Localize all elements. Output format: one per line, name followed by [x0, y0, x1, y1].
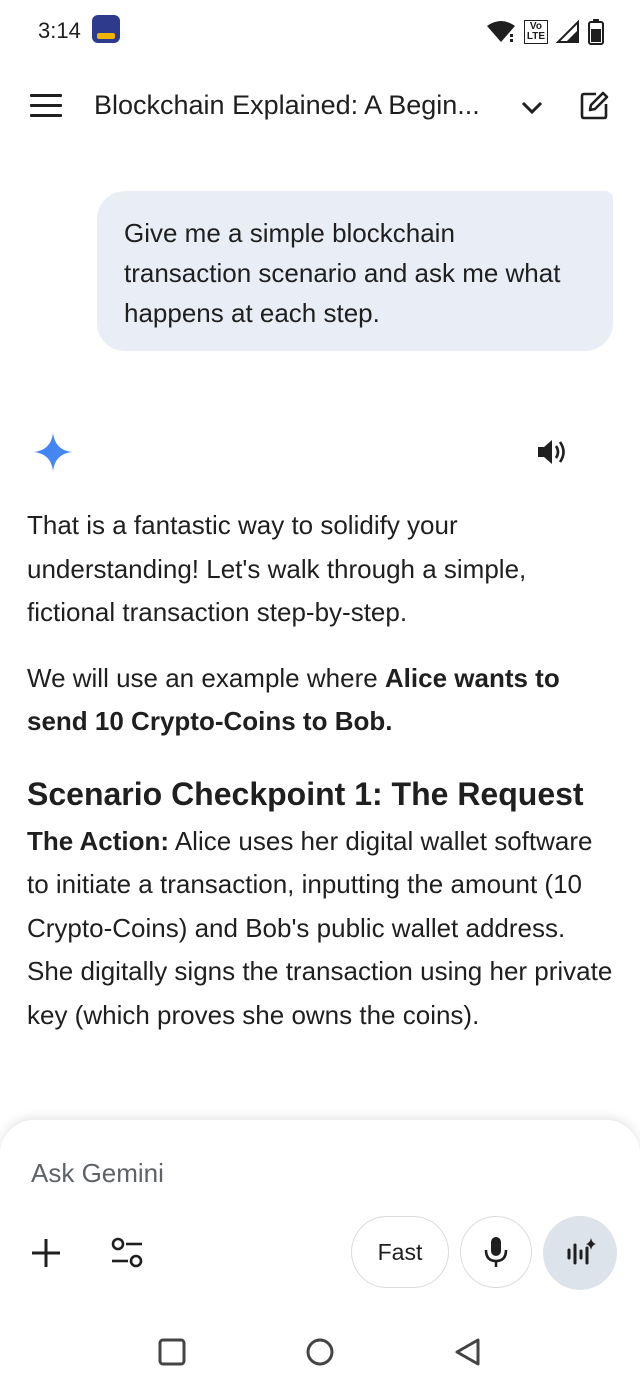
back-icon[interactable] [452, 1336, 484, 1368]
system-icons: Vo LTE [486, 18, 604, 46]
menu-icon[interactable] [30, 94, 62, 120]
status-time: 3:14 [38, 18, 81, 43]
plus-icon[interactable] [28, 1235, 64, 1271]
top-app-bar: Blockchain Explained: A Begin... [0, 70, 640, 142]
speaker-icon[interactable] [535, 434, 571, 470]
mic-button[interactable] [460, 1216, 532, 1288]
wifi-icon [486, 21, 515, 42]
response-paragraph: The Action: Alice uses her digital walle… [27, 820, 617, 1038]
user-message-bubble: Give me a simple blockchain transaction … [97, 191, 613, 351]
response-paragraph: That is a fantastic way to solidify your… [27, 510, 527, 627]
paragraph-text: We will use an example where [27, 662, 385, 693]
edit-icon[interactable] [578, 90, 610, 122]
live-button[interactable] [543, 1216, 617, 1290]
tools-icon[interactable] [108, 1235, 146, 1271]
live-icon [567, 1238, 596, 1265]
system-nav-bar [0, 1316, 640, 1387]
gemini-spark-icon [34, 433, 72, 471]
conversation-title[interactable]: Blockchain Explained: A Begin... [94, 90, 480, 121]
mode-selector-button[interactable]: Fast [351, 1216, 449, 1288]
home-icon[interactable] [304, 1336, 336, 1368]
chevron-down-icon[interactable] [518, 96, 546, 120]
battery-icon [588, 19, 604, 45]
action-label: The Action: [27, 825, 170, 856]
section-heading: Scenario Checkpoint 1: The Request [27, 775, 584, 812]
signal-icon [556, 20, 579, 43]
ask-gemini-input[interactable]: Ask Gemini [31, 1158, 164, 1189]
response-paragraph: We will use an example where Alice wants… [27, 657, 617, 744]
volte-icon: Vo LTE [523, 20, 548, 44]
action-text: Alice uses her digital wallet software t… [27, 825, 613, 1030]
notification-app-icon [92, 15, 120, 43]
user-message-text: Give me a simple blockchain transaction … [124, 218, 561, 328]
recents-icon[interactable] [156, 1336, 188, 1368]
response-text: That is a fantastic way to solidify your… [27, 504, 617, 1037]
mode-label: Fast [377, 1238, 423, 1265]
status-bar: 3:14 Vo LTE [0, 0, 640, 64]
mic-icon [484, 1237, 508, 1267]
